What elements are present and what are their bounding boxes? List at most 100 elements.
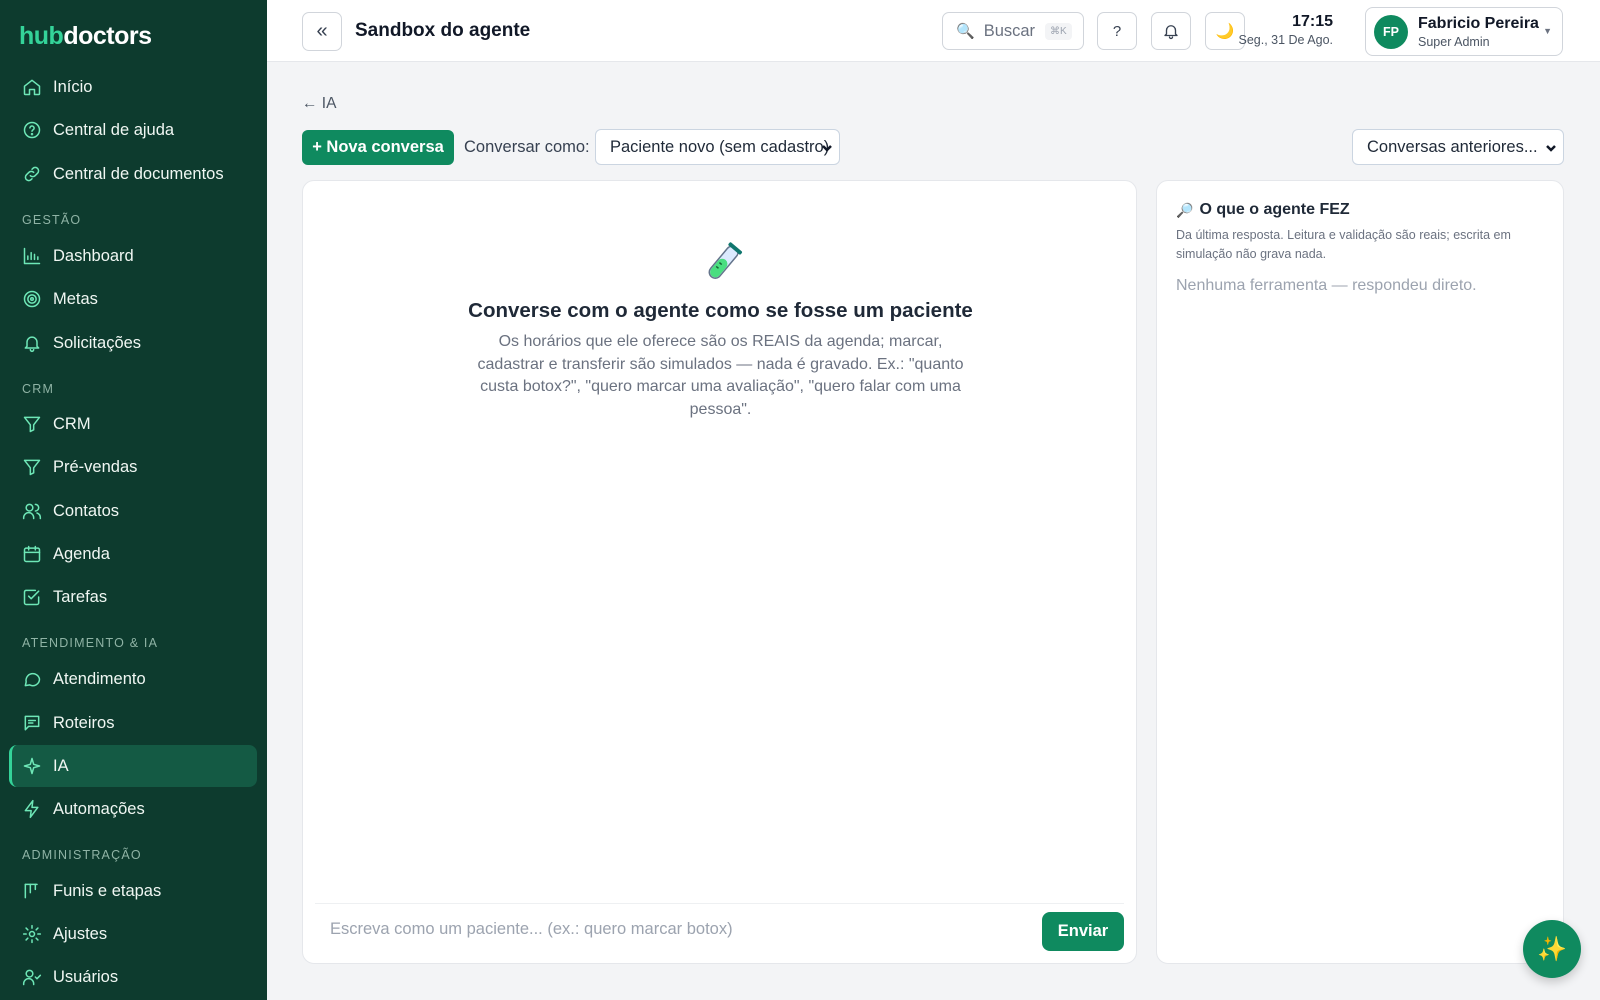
search-label: Buscar — [983, 21, 1036, 40]
chevron-down-icon — [821, 140, 833, 152]
sidebar-item-atendimento[interactable]: Atendimento — [9, 658, 257, 700]
agent-activity-title: 🔎 O que o agente FEZ — [1176, 201, 1350, 219]
filter-icon — [22, 414, 42, 434]
sidebar-item-solicitacoes[interactable]: Solicitações — [9, 322, 257, 364]
sidebar-section-crm: CRM — [22, 382, 55, 396]
search-shortcut: ⌘K — [1045, 22, 1072, 40]
sidebar-item-label: IA — [53, 756, 69, 775]
sidebar-item-funis-e-etapas[interactable]: Funis e etapas — [9, 870, 257, 912]
lightning-icon — [22, 799, 42, 819]
agent-activity-panel: 🔎 O que o agente FEZ Da última resposta.… — [1156, 180, 1564, 964]
back-link[interactable]: ← IA — [302, 95, 336, 113]
sidebar-item-central-de-ajuda[interactable]: Central de ajuda — [9, 109, 257, 151]
sidebar-item-label: Funis e etapas — [53, 881, 162, 900]
sidebar-item-label: Central de ajuda — [53, 120, 175, 139]
sidebar-item-label: Dashboard — [53, 246, 134, 265]
brand-logo-part2: doctors — [63, 22, 152, 50]
brand-logo-part1: hub — [19, 22, 64, 50]
new-conversation-button[interactable]: + Nova conversa — [302, 130, 454, 165]
previous-conversations-select[interactable]: Conversas anteriores... — [1352, 129, 1564, 165]
sidebar-item-tarefas[interactable]: Tarefas — [9, 576, 257, 618]
page-title: Sandbox do agente — [355, 20, 531, 41]
user-name: Fabricio Pereira — [1418, 15, 1539, 32]
composer-divider — [315, 903, 1124, 904]
sidebar-item-label: Automações — [53, 799, 145, 818]
sidebar-item-agenda[interactable]: Agenda — [9, 533, 257, 575]
magnifier-icon: 🔎 — [1176, 201, 1194, 218]
sidebar-item-label: Ajustes — [53, 924, 108, 943]
agent-activity-title-text: O que o agente FEZ — [1199, 201, 1350, 218]
empty-state-title: Converse com o agente como se fosse um p… — [468, 299, 973, 322]
sidebar-item-pre-vendas[interactable]: Pré-vendas — [9, 446, 257, 488]
sidebar-section-atendimento-ia: ATENDIMENTO & IA — [22, 636, 159, 650]
bell-icon — [22, 333, 42, 353]
collapse-sidebar-button[interactable]: « — [302, 12, 342, 51]
filter-icon — [22, 457, 42, 477]
target-icon — [22, 289, 42, 309]
avatar: FP — [1374, 15, 1408, 49]
check-square-icon — [22, 587, 42, 607]
sidebar-item-automacoes[interactable]: Automações — [9, 788, 257, 830]
sidebar-item-metas[interactable]: Metas — [9, 278, 257, 320]
chat-bubble-icon — [22, 669, 42, 689]
home-icon — [22, 77, 42, 97]
clock-time: 17:15 — [1292, 13, 1333, 30]
message-input[interactable]: Escreva como um paciente... (ex.: quero … — [330, 914, 1010, 944]
users-icon — [22, 501, 42, 521]
notifications-button[interactable] — [1151, 12, 1191, 50]
help-button[interactable]: ? — [1097, 12, 1137, 50]
sparkles-icon: ✨ — [1537, 935, 1567, 963]
send-button[interactable]: Enviar — [1042, 912, 1124, 951]
search-button[interactable]: 🔍 Buscar ⌘K — [942, 12, 1084, 50]
sidebar-item-usuarios[interactable]: Usuários — [9, 956, 257, 998]
sidebar-item-dashboard[interactable]: Dashboard — [9, 235, 257, 277]
empty-state-text: Os horários que ele oferece são os REAIS… — [477, 333, 964, 418]
sidebar-item-ia[interactable]: IA — [9, 745, 257, 787]
user-menu[interactable]: FP Fabricio Pereira Super Admin ▼ — [1365, 7, 1563, 56]
test-tube-icon — [699, 239, 747, 287]
sidebar-item-label: Atendimento — [53, 669, 146, 688]
sidebar-item-label: Início — [53, 77, 93, 96]
sidebar-section-administracao: ADMINISTRAÇÃO — [22, 848, 142, 862]
converse-as-label: Conversar como: — [464, 138, 590, 156]
sidebar-item-label: Usuários — [53, 967, 119, 986]
message-square-icon — [22, 713, 42, 733]
sidebar-item-contatos[interactable]: Contatos — [9, 490, 257, 532]
sidebar-item-ajustes[interactable]: Ajustes — [9, 913, 257, 955]
sidebar-item-label: Metas — [53, 289, 98, 308]
moon-icon: 🌙 — [1215, 23, 1235, 40]
converse-as-value: Paciente novo (sem cadastro) — [610, 137, 830, 156]
clock: 17:15 Seg., 31 De Ago. — [1233, 13, 1333, 47]
sidebar: hubdoctors Início Central de ajuda Centr… — [0, 0, 267, 1000]
chat-panel: Converse com o agente como se fosse um p… — [302, 180, 1137, 964]
user-role: Super Admin — [1418, 35, 1490, 49]
sidebar-item-central-de-documentos[interactable]: Central de documentos — [9, 153, 257, 195]
sidebar-section-gestao: GESTÃO — [22, 213, 82, 227]
help-label: ? — [1112, 22, 1122, 40]
bar-chart-icon — [22, 246, 42, 266]
sidebar-item-roteiros[interactable]: Roteiros — [9, 702, 257, 744]
clock-date: Seg., 31 De Ago. — [1238, 33, 1333, 47]
calendar-icon — [22, 544, 42, 564]
sidebar-item-label: Pré-vendas — [53, 457, 138, 476]
agent-activity-description: Da última resposta. Leitura e validação … — [1176, 228, 1511, 261]
help-circle-icon — [22, 120, 42, 140]
previous-conversations-value: Conversas anteriores... — [1367, 137, 1538, 156]
sidebar-item-label: CRM — [53, 414, 91, 433]
search-icon: 🔍 — [956, 23, 975, 40]
chevron-down-icon — [1545, 140, 1557, 152]
sidebar-item-crm[interactable]: CRM — [9, 403, 257, 445]
sidebar-item-label: Central de documentos — [53, 164, 224, 183]
user-check-icon — [22, 967, 42, 987]
sidebar-item-label: Solicitações — [53, 333, 142, 352]
caret-down-icon: ▼ — [1543, 26, 1552, 36]
converse-as-select[interactable]: Paciente novo (sem cadastro) — [595, 129, 840, 165]
top-bar: « Sandbox do agente 🔍 Buscar ⌘K ? 🌙 17:1… — [267, 0, 1600, 62]
link-icon — [22, 164, 42, 184]
brand-logo[interactable]: hubdoctors — [19, 22, 152, 51]
sparkle-icon — [22, 756, 42, 776]
sidebar-item-inicio[interactable]: Início — [9, 66, 257, 108]
bell-icon — [1162, 22, 1180, 40]
ai-assistant-button[interactable]: ✨ — [1523, 920, 1581, 978]
kanban-icon — [22, 881, 42, 901]
